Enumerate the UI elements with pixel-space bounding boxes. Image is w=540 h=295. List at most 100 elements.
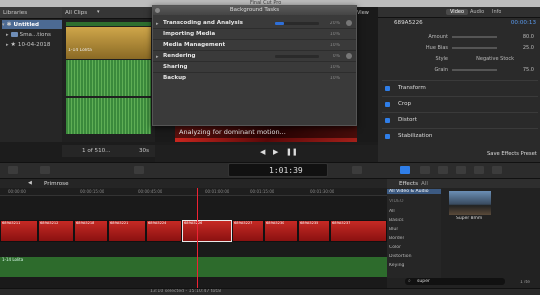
play-icon[interactable]: ▶ <box>273 148 278 156</box>
timeline-clip[interactable]: 689A5235 <box>298 220 330 242</box>
inspector-clip-header: 689A5226 00:00:13 <box>382 19 538 27</box>
enable-checkbox[interactable] <box>385 134 390 139</box>
stop-task-icon[interactable] <box>346 20 352 26</box>
effects-category[interactable]: Distortion <box>389 254 412 259</box>
clip-label: 689A5227 <box>234 221 253 225</box>
timeline-clip-selected[interactable]: 689A5226 <box>182 220 232 242</box>
clip-label: 689A5237 <box>332 221 351 225</box>
effects-toggle-icon[interactable] <box>352 166 362 174</box>
view-menu[interactable]: View <box>357 10 369 16</box>
timeline-ruler[interactable]: 00:00:00 00:00:15:00 00:00:45:00 00:01:0… <box>0 188 387 196</box>
param-amount: Amount 80.0 <box>382 32 538 41</box>
save-effects-preset-button[interactable]: Save Effects Preset <box>487 151 537 157</box>
library-item-event[interactable]: ▸ ★ 10-04-2018 <box>6 40 66 49</box>
effect-thumbnail[interactable] <box>449 191 491 215</box>
effects-category[interactable]: Blur <box>389 227 398 232</box>
timeline-clip[interactable]: 689A5211 <box>0 220 38 242</box>
disclosure-triangle-icon[interactable]: ▸ <box>156 21 159 27</box>
analyzing-text: Analyzing for dominant motion... <box>179 128 286 136</box>
disclosure-triangle-icon[interactable]: ▸ <box>6 42 9 48</box>
disclosure-triangle-icon[interactable]: ▸ <box>156 54 159 60</box>
back-arrow-icon[interactable]: ◀ <box>28 180 32 186</box>
timeline-clip[interactable]: 689A5227 <box>232 220 264 242</box>
clip-filmstrip[interactable]: 1-14 Lolita <box>66 27 151 59</box>
task-label: Backup <box>163 75 187 81</box>
hue-bias-slider[interactable] <box>452 47 497 49</box>
library-item-smart-collections[interactable]: ▸ Sma...tions <box>6 30 66 39</box>
library-star-icon: ✱ <box>6 21 12 28</box>
clip-label: 689A5235 <box>300 221 319 225</box>
effects-category[interactable]: All <box>389 209 395 214</box>
pause-icon[interactable]: ❚❚ <box>286 148 298 156</box>
timeline-clip[interactable]: 689A5224 <box>146 220 182 242</box>
style-popup[interactable]: Negative Stock <box>476 56 514 62</box>
task-percent: 10% <box>329 65 340 70</box>
music-icon[interactable] <box>438 166 448 174</box>
effects-category[interactable]: Border <box>389 236 404 241</box>
task-media-management: Media Management 10% <box>153 40 356 51</box>
param-label: Grain <box>434 67 448 73</box>
effects-header: Effects All <box>387 179 540 188</box>
timeline-clip[interactable]: 689A5218 <box>74 220 108 242</box>
ruler-tick: 00:01:00:00 <box>205 189 230 194</box>
timeline-clip[interactable]: 689A5230 <box>264 220 298 242</box>
effects-category[interactable]: Keying <box>389 263 404 268</box>
effects-browser-icon[interactable] <box>400 166 410 174</box>
task-progress-bar <box>275 55 319 58</box>
param-value[interactable]: 25.0 <box>523 45 534 51</box>
tab-info[interactable]: Info <box>492 9 501 15</box>
audio-clip[interactable]: 1-14 Lolita <box>0 257 387 277</box>
task-rendering: ▸ Rendering 0% <box>153 51 356 62</box>
effects-category[interactable]: Color <box>389 245 401 250</box>
amount-slider[interactable] <box>452 36 497 38</box>
section-crop[interactable]: Crop <box>382 96 538 111</box>
task-importing: Importing Media 10% <box>153 29 356 40</box>
enable-checkbox[interactable] <box>385 118 390 123</box>
inspector-clip-name: 689A5226 <box>394 20 423 26</box>
select-tool-icon[interactable] <box>134 166 144 174</box>
tab-video[interactable]: Video <box>446 9 469 15</box>
enable-checkbox[interactable] <box>385 86 390 91</box>
stop-task-icon[interactable] <box>346 53 352 59</box>
timeline-clip[interactable]: 689A5221 <box>108 220 146 242</box>
selection-counter: 1 of 510... <box>82 148 111 154</box>
param-value[interactable]: 75.0 <box>523 67 534 73</box>
library-item-untitled[interactable]: ▾ ✱ Untitled <box>2 20 62 29</box>
effects-scope[interactable]: All <box>421 181 428 187</box>
task-percent: 10% <box>329 76 340 81</box>
clip-appearance-icon[interactable] <box>40 166 50 174</box>
play-previous-icon[interactable]: ◀ <box>260 148 265 156</box>
libraries-header: Libraries <box>0 7 62 19</box>
effects-category[interactable]: Basics <box>389 218 404 223</box>
audio-waveform[interactable] <box>66 60 151 96</box>
photos-icon[interactable] <box>420 166 430 174</box>
timecode-display[interactable]: 1:01:39 <box>228 163 328 177</box>
effects-category[interactable]: All Video & Audio <box>387 189 441 194</box>
zoom-duration[interactable]: 30s <box>139 148 149 154</box>
section-stabilization[interactable]: Stabilization <box>382 128 538 143</box>
playhead[interactable] <box>197 188 198 288</box>
clip-filter-dropdown[interactable]: All Clips <box>65 10 87 16</box>
generators-icon[interactable] <box>474 166 484 174</box>
section-transform[interactable]: Transform <box>382 80 538 95</box>
import-icon[interactable] <box>8 166 18 174</box>
section-distort[interactable]: Distort <box>382 112 538 127</box>
disclosure-triangle-icon[interactable]: ▾ <box>2 22 5 28</box>
timeline-clip[interactable]: 689A5212 <box>38 220 74 242</box>
enable-checkbox[interactable] <box>385 102 390 107</box>
chevron-down-icon[interactable]: ▾ <box>97 9 100 15</box>
task-percent: 10% <box>329 43 340 48</box>
titles-icon[interactable] <box>456 166 466 174</box>
param-value[interactable]: 80.0 <box>523 34 534 40</box>
clip-label: 689A5212 <box>40 221 59 225</box>
grain-slider[interactable] <box>452 69 497 71</box>
disclosure-triangle-icon[interactable]: ▸ <box>6 32 9 38</box>
tab-audio[interactable]: Audio <box>470 9 484 15</box>
libraries-label: Libraries <box>3 10 28 16</box>
audio-waveform[interactable] <box>66 98 151 134</box>
themes-icon[interactable] <box>492 166 502 174</box>
clip-filmstrip-top[interactable] <box>66 22 151 26</box>
close-icon[interactable] <box>155 8 160 13</box>
effects-search-input[interactable]: ⌕ super <box>405 278 505 285</box>
timeline-clip[interactable]: 689A5237 <box>330 220 387 242</box>
